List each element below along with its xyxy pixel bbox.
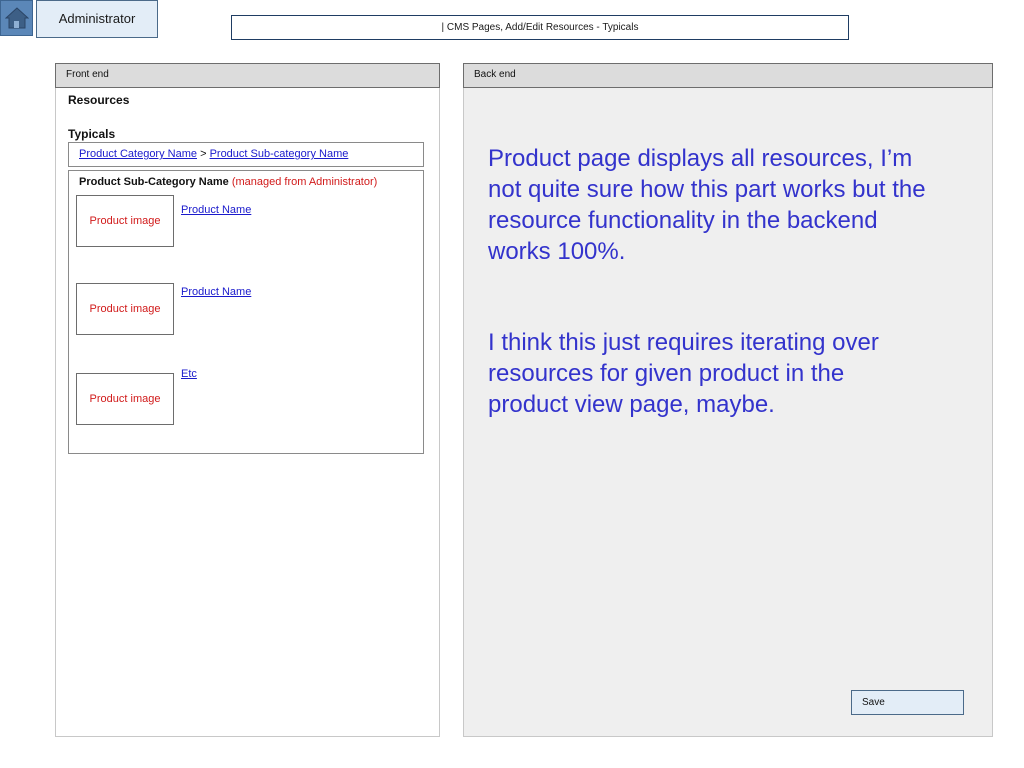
breadcrumb-separator: > bbox=[200, 148, 207, 160]
product-image-placeholder: Product image bbox=[76, 373, 174, 425]
resources-title: Resources bbox=[68, 93, 130, 107]
product-name-link[interactable]: Product Name bbox=[181, 204, 251, 216]
administrator-tab[interactable]: Administrator bbox=[36, 0, 158, 38]
typicals-title: Typicals bbox=[68, 127, 116, 141]
annotation-note-2: I think this just requires iterating ove… bbox=[488, 329, 879, 418]
back-end-header: Back end bbox=[463, 63, 993, 88]
annotation-note-1: Product page displays all resources, I’m… bbox=[488, 145, 926, 265]
home-button[interactable] bbox=[0, 0, 33, 36]
front-end-header: Front end bbox=[55, 63, 440, 88]
breadcrumb-subcategory-link[interactable]: Product Sub-category Name bbox=[210, 148, 349, 160]
breadcrumb-category-link[interactable]: Product Category Name bbox=[79, 148, 197, 160]
breadcrumb: Product Category Name > Product Sub-cate… bbox=[68, 142, 424, 167]
home-icon bbox=[4, 7, 29, 29]
managed-note: (managed from Administrator) bbox=[231, 176, 378, 188]
product-image-placeholder: Product image bbox=[76, 195, 174, 247]
subcategory-name: Product Sub-Category Name bbox=[79, 176, 229, 188]
subcategory-title: Product Sub-Category Name (managed from … bbox=[79, 176, 377, 188]
product-name-link[interactable]: Product Name bbox=[181, 286, 251, 298]
product-image-placeholder: Product image bbox=[76, 283, 174, 335]
page-title: | CMS Pages, Add/Edit Resources - Typica… bbox=[231, 15, 849, 40]
etc-link[interactable]: Etc bbox=[181, 368, 197, 380]
save-button[interactable]: Save bbox=[851, 690, 964, 715]
